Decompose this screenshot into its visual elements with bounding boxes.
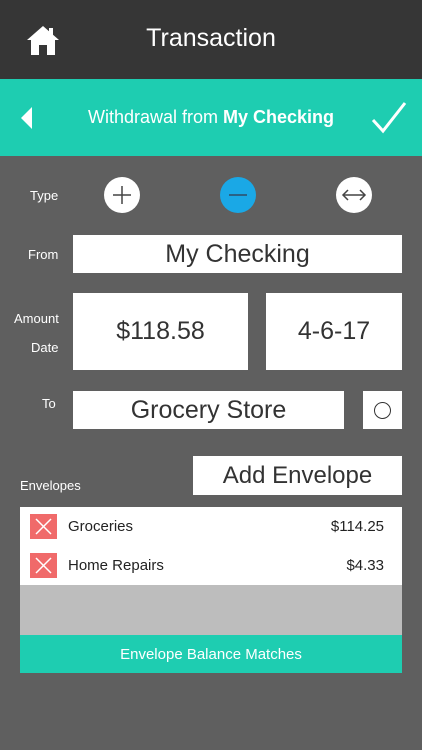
transfer-arrows-icon [341, 189, 367, 201]
from-account-field[interactable]: My Checking [73, 235, 402, 273]
delete-envelope-button[interactable] [30, 553, 57, 578]
payee-field[interactable]: Grocery Store [73, 391, 344, 429]
from-label: From [28, 247, 59, 262]
amount-label: Amount [14, 311, 59, 326]
minus-icon [229, 194, 247, 196]
envelope-name: Home Repairs [68, 557, 164, 574]
radio-circle-icon [374, 401, 391, 419]
payee-radio-button[interactable] [363, 391, 402, 429]
plus-icon [113, 186, 131, 204]
add-envelope-button[interactable]: Add Envelope [193, 456, 402, 495]
withdrawal-type-button[interactable] [220, 177, 256, 213]
envelopes-label: Envelopes [20, 478, 81, 493]
subtitle-account: My Checking [223, 107, 335, 127]
envelope-list-empty-area [20, 585, 402, 635]
close-icon [35, 518, 52, 535]
envelope-amount: $114.25 [330, 518, 384, 535]
page-title: Transaction [146, 24, 276, 52]
delete-envelope-button[interactable] [30, 514, 57, 539]
date-field[interactable]: 4-6-17 [266, 293, 402, 370]
deposit-type-button[interactable] [104, 177, 140, 213]
envelope-name: Groceries [68, 518, 134, 535]
list-item: Groceries $114.25 [20, 507, 402, 546]
envelope-list: Groceries $114.25 Home Repairs $4.33 [20, 507, 402, 585]
envelope-amount: $4.33 [346, 557, 384, 574]
amount-field[interactable]: $118.58 [73, 293, 248, 370]
back-arrow-icon[interactable] [18, 104, 38, 132]
list-item: Home Repairs $4.33 [20, 546, 402, 585]
subtitle-prefix: Withdrawal from [87, 107, 218, 127]
date-label: Date [31, 340, 59, 355]
type-label: Type [30, 188, 59, 203]
to-label: To [42, 396, 56, 411]
envelope-balance-status: Envelope Balance Matches [20, 635, 402, 673]
checkmark-icon[interactable] [370, 100, 408, 136]
transaction-subtitle: Withdrawal from My Checking [60, 107, 362, 128]
close-icon [35, 557, 52, 574]
transfer-type-button[interactable] [336, 177, 372, 213]
